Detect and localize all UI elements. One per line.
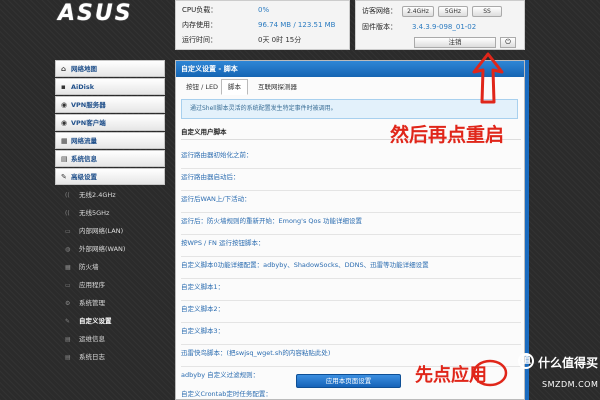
app-icon: ▭ [65, 282, 71, 289]
pencil-icon: ✎ [65, 318, 71, 325]
script-link-custom-2[interactable]: 自定义脚本2： [181, 301, 521, 323]
script-link-custom-3[interactable]: 自定义脚本3： [181, 323, 521, 345]
status-key: 固件版本： [362, 23, 397, 31]
sidebar-item-network-map[interactable]: ⌂ 网络地图 [55, 60, 165, 77]
sidebar-item-system-info[interactable]: ▤ 系统信息 [55, 150, 165, 167]
sidebar-item-vpn-server[interactable]: ◉ VPN服务器 [55, 96, 165, 113]
script-link-pre-init[interactable]: 运行路由器初始化之前： [181, 147, 521, 169]
red-arrow-annotation [472, 52, 504, 104]
script-link-post-start[interactable]: 运行路由器启动后： [181, 169, 521, 191]
tab-scripts[interactable]: 脚本 [221, 79, 248, 95]
sidebar-item-label: 系统信息 [71, 155, 97, 163]
vpn-client-icon: ◉ [61, 119, 68, 127]
script-link-wan-updown[interactable]: 运行后WAN上/下活动： [181, 191, 521, 213]
sidebar-item-advanced[interactable]: ✎ 高级设置 [55, 168, 165, 185]
status-panel-network: 访客网络： 2.4GHz 5GHz SS 固件版本： 3.4.3.9-098_0… [355, 0, 525, 50]
sidebar-item-label: 高级设置 [71, 173, 97, 181]
status-key: CPU负载： [182, 6, 218, 14]
sidebar-subitem-wireless-5[interactable]: (( 无线5GHz [55, 204, 165, 222]
sidebar-subitem-label: 防火墙 [79, 263, 99, 271]
firmware-version-link[interactable]: 3.4.3.9-098_01-02 [412, 21, 476, 33]
status-row-cpu: CPU负载： 0% [182, 4, 345, 16]
sidebar: ⌂ 网络地图 ▪ AiDisk ◉ VPN服务器 ◉ VPN客户端 ▦ 网络流量 ▤ 系统信… [55, 60, 165, 366]
script-link-custom-1[interactable]: 自定义脚本1： [181, 279, 521, 301]
sidebar-subitem-firewall[interactable]: ▦ 防火墙 [55, 258, 165, 276]
sidebar-item-label: 网络流量 [71, 137, 97, 145]
wifi-icon: (( [65, 210, 70, 217]
status-value: 0天 0时 15分 [258, 36, 302, 44]
power-icon: ⏻ [505, 38, 511, 46]
watermark-sub: SMZDM.COM [542, 380, 599, 389]
info-icon: ▤ [61, 155, 68, 163]
sidebar-subitem-ops-info[interactable]: ▤ 运维信息 [55, 330, 165, 348]
sidebar-subitem-label: 应用程序 [79, 281, 105, 289]
watermark-main: 什么值得买 [538, 356, 599, 370]
script-link-wps-button[interactable]: 按WPS / FN 运行按钮脚本： [181, 235, 521, 257]
sidebar-subitem-applications[interactable]: ▭ 应用程序 [55, 276, 165, 294]
wrench-icon: ✎ [61, 173, 67, 181]
sidebar-item-traffic[interactable]: ▦ 网络流量 [55, 132, 165, 149]
restart-annotation: 然后再点重启 [390, 124, 505, 146]
reboot-button[interactable]: ⏻ [500, 37, 516, 48]
info-list-icon: ▤ [65, 336, 71, 343]
status-row-memory: 内存使用： 96.74 MB / 123.51 MB [182, 19, 345, 31]
log-icon: ▤ [65, 354, 71, 361]
sidebar-item-label: VPN客户端 [71, 119, 106, 127]
band-24ghz-button[interactable]: 2.4GHz [402, 6, 434, 17]
status-value: 96.74 MB / 123.51 MB [258, 21, 336, 29]
sidebar-subitem-label: 系统管理 [79, 299, 105, 307]
watermark: 值 什么值得买 SMZDM.COM [518, 353, 600, 400]
sidebar-subitem-custom-settings[interactable]: ✎ 自定义设置 [55, 312, 165, 330]
status-key: 访客网络： [362, 7, 397, 15]
red-circle-annotation [472, 359, 508, 387]
apply-button[interactable]: 应用本页面设置 [296, 374, 401, 388]
status-row-uptime: 运行时间： 0天 0时 15分 [182, 34, 345, 46]
sidebar-subitem-label: 无线2.4GHz [79, 191, 116, 199]
lan-icon: ▭ [65, 228, 71, 235]
globe-icon: ◍ [65, 246, 71, 253]
gear-icon: ⚙ [65, 300, 71, 307]
vpn-server-icon: ◉ [61, 101, 68, 109]
sidebar-item-aidisk[interactable]: ▪ AiDisk [55, 78, 165, 95]
sidebar-item-label: 网络地图 [71, 65, 97, 73]
sidebar-subitem-system-log[interactable]: ▤ 系统日志 [55, 348, 165, 366]
sidebar-subitem-administration[interactable]: ⚙ 系统管理 [55, 294, 165, 312]
sidebar-subitem-label: 内部网络(LAN) [79, 227, 124, 235]
sidebar-item-vpn-client[interactable]: ◉ VPN客户端 [55, 114, 165, 131]
sidebar-item-label: AiDisk [71, 83, 95, 91]
scrollbar-edge [525, 60, 529, 400]
status-value: 0% [258, 6, 270, 14]
sidebar-subitem-label: 自定义设置 [79, 317, 112, 325]
asus-logo: ASUS [58, 1, 133, 26]
sidebar-subitem-label: 外部网络(WAN) [79, 245, 126, 253]
status-key: 内存使用： [182, 21, 217, 29]
firewall-icon: ▦ [65, 264, 71, 271]
main-panel: 自定义设置 - 脚本 按钮 / LED 脚本 互联网探测器 通过Shell脚本灵… [175, 60, 525, 400]
logout-button[interactable]: 注销 [414, 37, 496, 48]
sidebar-subitem-lan[interactable]: ▭ 内部网络(LAN) [55, 222, 165, 240]
sidebar-item-label: VPN服务器 [71, 101, 106, 109]
tab-internet-detector[interactable]: 互联网探测器 [251, 79, 304, 95]
status-panel-system: CPU负载： 0% 内存使用： 96.74 MB / 123.51 MB 运行时… [175, 0, 350, 50]
smzdm-logo-icon: 值 [518, 353, 534, 369]
tab-buttons-led[interactable]: 按钮 / LED [179, 79, 225, 95]
disk-icon: ▪ [61, 83, 66, 91]
sidebar-subitem-wan[interactable]: ◍ 外部网络(WAN) [55, 240, 165, 258]
sidebar-subitem-label: 无线5GHz [79, 209, 110, 217]
traffic-icon: ▦ [61, 137, 68, 145]
status-row-firmware: 固件版本： 3.4.3.9-098_01-02 [362, 21, 520, 33]
script-link-custom-0[interactable]: 自定义脚本0功能详细配置：adbyby、ShadowSocks、DDNS、迅雷等… [181, 257, 521, 279]
home-icon: ⌂ [61, 65, 67, 73]
sidebar-subitem-wireless-24[interactable]: (( 无线2.4GHz [55, 186, 165, 204]
band-5ghz-button[interactable]: 5GHz [438, 6, 468, 17]
sidebar-subitem-label: 系统日志 [79, 353, 105, 361]
status-key: 运行时间： [182, 36, 217, 44]
script-link-firewall-restart[interactable]: 运行后：防火墙规则的重新开始：Emong's Qos 功能详细设置 [181, 213, 521, 235]
sidebar-subitem-label: 运维信息 [79, 335, 105, 343]
wifi-icon: (( [65, 192, 70, 199]
band-ss-button[interactable]: SS [472, 6, 502, 17]
